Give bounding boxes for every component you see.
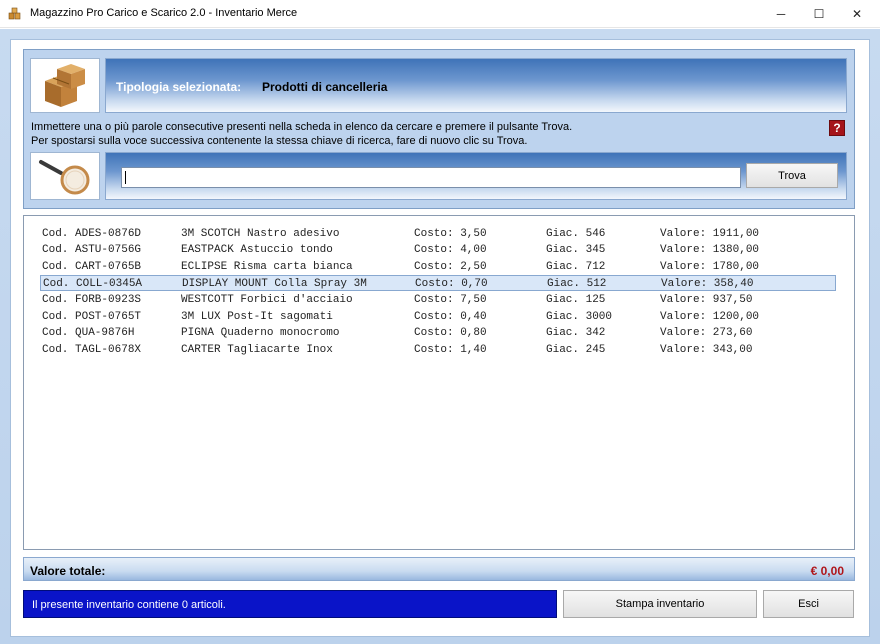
list-item-selected[interactable]: Cod. COLL-0345A DISPLAY MOUNT Colla Spra… [40,275,836,291]
item-value: Valore: 1780,00 [660,261,760,273]
window-title: Magazzino Pro Carico e Scarico 2.0 - Inv… [30,7,298,19]
list-item[interactable]: Cod. ADES-0876D 3M SCOTCH Nastro adesivo… [40,226,836,242]
boxes-icon [45,64,85,107]
item-stock: Giac. 712 [546,261,606,273]
item-cost: Costo: 7,50 [414,294,487,306]
item-stock: Giac. 245 [546,344,606,356]
status-text: Il presente inventario contiene 0 artico… [32,599,226,611]
item-code: Cod. CART-0765B [42,261,142,273]
magnifier-icon [39,160,90,195]
category-bar: Tipologia selezionata: Prodotti di cance… [105,58,847,113]
help-icon[interactable]: ? [829,120,845,136]
item-code: Cod. TAGL-0678X [42,344,142,356]
close-button[interactable]: ✕ [840,0,874,28]
item-value: Valore: 1380,00 [660,244,760,256]
item-value: Valore: 358,40 [661,278,754,290]
item-cost: Costo: 0,70 [415,278,488,290]
item-stock: Giac. 345 [546,244,606,256]
item-cost: Costo: 0,80 [414,327,487,339]
item-value: Valore: 273,60 [660,327,753,339]
item-description: 3M SCOTCH Nastro adesivo [181,228,340,240]
item-description: 3M LUX Post-It sagomati [181,311,333,323]
maximize-button[interactable]: ☐ [802,0,836,28]
item-description: WESTCOTT Forbici d'acciaio [181,294,353,306]
text-caret [125,171,126,184]
item-code: Cod. ASTU-0756G [42,244,142,256]
inventory-list[interactable]: Cod. ADES-0876D 3M SCOTCH Nastro adesivo… [23,215,855,550]
title-bar: Magazzino Pro Carico e Scarico 2.0 - Inv… [0,0,880,28]
search-panel: Tipologia selezionata: Prodotti di cance… [23,49,855,209]
category-image [30,58,100,113]
item-cost: Costo: 4,00 [414,244,487,256]
search-image [30,152,100,200]
list-item[interactable]: Cod. QUA-9876H PIGNA Quaderno monocromo … [40,325,836,341]
item-value: Valore: 343,00 [660,344,753,356]
search-input[interactable] [121,167,741,188]
instruction-line-1: Immettere una o più parole consecutive p… [31,121,573,133]
list-item[interactable]: Cod. CART-0765B ECLIPSE Risma carta bian… [40,259,836,275]
total-label: Valore totale: [30,564,106,578]
item-code: Cod. POST-0765T [42,311,142,323]
item-stock: Giac. 546 [546,228,606,240]
item-cost: Costo: 1,40 [414,344,487,356]
item-code: Cod. FORB-0923S [42,294,142,306]
item-code: Cod. COLL-0345A [43,278,143,290]
item-cost: Costo: 3,50 [414,228,487,240]
item-cost: Costo: 2,50 [414,261,487,273]
item-stock: Giac. 125 [546,294,606,306]
find-button[interactable]: Trova [746,163,838,188]
list-item[interactable]: Cod. FORB-0923S WESTCOTT Forbici d'accia… [40,292,836,308]
item-value: Valore: 1200,00 [660,311,760,323]
item-code: Cod. QUA-9876H [42,327,135,339]
item-description: DISPLAY MOUNT Colla Spray 3M [182,278,367,290]
item-description: EASTPACK Astuccio tondo [181,244,333,256]
item-value: Valore: 937,50 [660,294,753,306]
item-description: ECLIPSE Risma carta bianca [181,261,353,273]
item-stock: Giac. 342 [546,327,606,339]
boxes-icon [8,7,21,20]
item-description: PIGNA Quaderno monocromo [181,327,340,339]
item-code: Cod. ADES-0876D [42,228,142,240]
window-client-area: Tipologia selezionata: Prodotti di cance… [0,29,880,644]
print-inventory-button[interactable]: Stampa inventario [563,590,757,618]
list-item[interactable]: Cod. POST-0765T 3M LUX Post-It sagomati … [40,309,836,325]
item-description: CARTER Tagliacarte Inox [181,344,333,356]
minimize-button[interactable]: ─ [764,0,798,28]
list-item[interactable]: Cod. TAGL-0678X CARTER Tagliacarte Inox … [40,342,836,358]
list-item[interactable]: Cod. ASTU-0756G EASTPACK Astuccio tondo … [40,242,836,258]
item-stock: Giac. 512 [547,278,607,290]
category-label: Tipologia selezionata: [116,80,242,94]
total-value: € 0,00 [810,564,844,578]
exit-button[interactable]: Esci [763,590,854,618]
item-cost: Costo: 0,40 [414,311,487,323]
category-value: Prodotti di cancelleria [262,80,388,94]
main-frame: Tipologia selezionata: Prodotti di cance… [10,39,870,637]
instruction-line-2: Per spostarsi sulla voce successiva cont… [31,135,528,147]
item-stock: Giac. 3000 [546,311,613,323]
status-bar: Il presente inventario contiene 0 artico… [23,590,557,618]
search-bar: Trova [105,152,847,200]
item-value: Valore: 1911,00 [660,228,760,240]
total-bar: Valore totale: € 0,00 [23,557,855,581]
